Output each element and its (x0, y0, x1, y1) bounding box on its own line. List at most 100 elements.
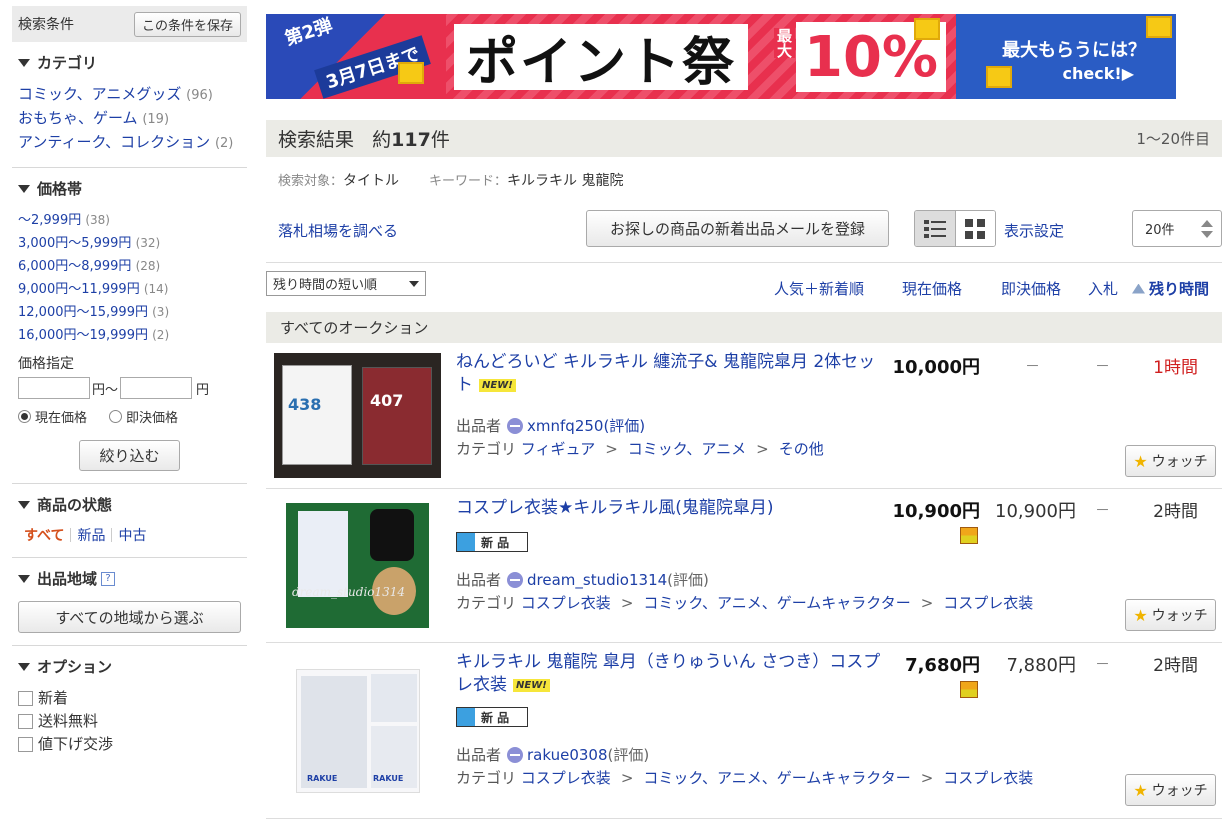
star-icon: ★ (1133, 451, 1148, 471)
item-thumbnail[interactable]: dream_studio1314 (286, 503, 429, 628)
banner-cta-line2: check!▶ (1062, 64, 1134, 83)
gift-icon (960, 527, 978, 544)
seller-link[interactable]: xmnfq250 (527, 417, 603, 435)
promo-banner[interactable]: 第2弾 3月7日まで ポイント祭 最大 10% 最大もらうには？ check!▶ (266, 14, 1176, 99)
option-new-arrival[interactable]: 新着 (18, 687, 241, 710)
watch-button[interactable]: ★ ウォッチ (1125, 774, 1216, 806)
collapse-triangle-icon (18, 500, 30, 509)
banner-main-text: ポイント祭 (454, 24, 749, 93)
item-category: カテゴリ コスプレ衣装 > コミック、アニメ、ゲームキャラクター > コスプレ衣装 (456, 594, 1034, 612)
price-band-item[interactable]: 6,000円～8,999円 (28) (18, 255, 241, 278)
gift-box-icon (1146, 16, 1172, 38)
sort-ascending-icon (1132, 283, 1145, 294)
price-yen-from: 円～ (92, 382, 119, 398)
sort-popular[interactable]: 人気＋新着順 (774, 278, 864, 299)
item-category: カテゴリ コスプレ衣装 > コミック、アニメ、ゲームキャラクター > コスプレ衣装 (456, 769, 1034, 787)
display-settings-link[interactable]: 表示設定 (1004, 220, 1064, 241)
price-max-input[interactable] (120, 377, 193, 399)
results-toolbar: 落札相場を調べる お探しの商品の新着出品メールを登録 表示設定 20件 (266, 208, 1222, 250)
price-band-item[interactable]: 16,000円～19,999円 (2) (18, 324, 241, 347)
register-mail-button[interactable]: お探しの商品の新着出品メールを登録 (586, 210, 889, 247)
seller-link[interactable]: dream_studio1314 (527, 571, 667, 589)
option-free-shipping[interactable]: 送料無料 (18, 710, 241, 733)
checkbox[interactable] (18, 714, 33, 729)
item-title[interactable]: コスプレ衣装★キルラキル風(鬼龍院皐月) (456, 497, 881, 520)
sort-row: 残り時間の短い順 人気＋新着順 現在価格 即決価格 入札 残り時間 (266, 262, 1222, 306)
price-band-item[interactable]: 9,000円～11,999円 (14) (18, 278, 241, 301)
options-section: オプション 新着 送料無料 値下げ交渉 (12, 646, 247, 768)
watch-button[interactable]: ★ ウォッチ (1125, 445, 1216, 477)
sort-bids[interactable]: 入札 (1088, 278, 1118, 299)
per-page-value: 20件 (1145, 223, 1175, 238)
category-section: カテゴリ コミック、アニメグッズ (96) おもちゃ、ゲーム (19) アンティ… (12, 42, 247, 168)
price-band-item[interactable]: 12,000円～15,999円 (3) (18, 301, 241, 324)
banner-max-label: 最大 (774, 28, 795, 58)
list-view-icon[interactable] (915, 211, 955, 246)
rating-link[interactable]: (評価) (608, 744, 650, 765)
stepper-arrows-icon[interactable] (1201, 219, 1213, 238)
star-icon: ★ (1133, 605, 1148, 625)
section-title: すべてのオークション (266, 312, 1222, 343)
condition-options: すべて 新品 中古 (18, 525, 241, 545)
collapse-triangle-icon (18, 184, 30, 193)
item-seller: 出品者 xmnfq250 (評価) (456, 415, 646, 436)
collapse-triangle-icon (18, 662, 30, 671)
buynow-price: 7,880円 (1006, 655, 1076, 676)
item-thumbnail[interactable]: RAKUE RAKUE (296, 669, 420, 793)
condition-new[interactable]: 新品 (71, 525, 111, 545)
narrow-down-button[interactable]: 絞り込む (79, 440, 180, 471)
price-band-item[interactable]: 3,000円～5,999円 (32) (18, 232, 241, 255)
rating-link[interactable]: (評価) (603, 415, 645, 436)
chevron-down-icon (409, 280, 419, 287)
price-range: 円～ 円 (18, 377, 241, 399)
region-title[interactable]: 出品地域? (18, 568, 241, 589)
new-item-badge: 新 品 (456, 707, 528, 727)
condition-all[interactable]: すべて (18, 525, 70, 545)
checkbox[interactable] (18, 691, 33, 706)
sort-select[interactable]: 残り時間の短い順 (266, 271, 426, 296)
sort-current-price[interactable]: 現在価格 (902, 278, 962, 299)
category-item-antique[interactable]: アンティーク、コレクション (2) (18, 131, 241, 155)
time-left: 1時間 (1153, 358, 1198, 378)
per-page-stepper[interactable]: 20件 (1132, 210, 1222, 247)
buynow-price: － (1024, 357, 1040, 375)
item-title[interactable]: ねんどろいど キルラキル 纏流子& 鬼龍院皐月 2体セット NEW! (456, 351, 881, 397)
price-type-radios: 現在価格 即決価格 (18, 407, 241, 426)
select-region-button[interactable]: すべての地域から選ぶ (18, 601, 241, 633)
grid-view-icon[interactable] (954, 211, 995, 246)
time-left: 2時間 (1153, 656, 1198, 676)
rating-link[interactable]: (評価) (667, 569, 709, 590)
help-icon[interactable]: ? (101, 571, 116, 586)
price-min-input[interactable] (18, 377, 90, 399)
radio-buynow-price-label: 即決価格 (126, 411, 179, 426)
bid-count: － (1094, 357, 1110, 375)
checkbox[interactable] (18, 737, 33, 752)
collapse-triangle-icon (18, 58, 30, 67)
market-price-link[interactable]: 落札相場を調べる (278, 220, 398, 241)
category-item-comic[interactable]: コミック、アニメグッズ (96) (18, 83, 241, 107)
price-band-item[interactable]: ～2,999円 (38) (18, 209, 241, 232)
sidebar: 検索条件 この条件を保存 カテゴリ コミック、アニメグッズ (96) おもちゃ、… (12, 6, 247, 827)
seller-icon (507, 571, 524, 588)
category-item-toys[interactable]: おもちゃ、ゲーム (19) (18, 107, 241, 131)
new-item-badge: 新 品 (456, 532, 528, 552)
watch-button[interactable]: ★ ウォッチ (1125, 599, 1216, 631)
item-title[interactable]: キルラキル 鬼龍院 皐月（きりゅういん さつき）コスプレ衣装 NEW! (456, 651, 881, 697)
item-thumbnail[interactable]: 438 407 (274, 353, 441, 478)
sort-buynow-price[interactable]: 即決価格 (1001, 278, 1061, 299)
condition-title[interactable]: 商品の状態 (18, 494, 241, 515)
search-conditions-header: 検索条件 この条件を保存 (12, 6, 247, 42)
sort-time-left[interactable]: 残り時間 (1132, 278, 1209, 299)
time-left: 2時間 (1153, 502, 1198, 522)
category-title[interactable]: カテゴリ (18, 52, 241, 73)
price-band-title[interactable]: 価格帯 (18, 178, 241, 199)
seller-link[interactable]: rakue0308 (527, 746, 608, 764)
results-header: 検索結果 約117件 1～20件目 (266, 120, 1222, 157)
options-title[interactable]: オプション (18, 656, 241, 677)
option-price-negotiation[interactable]: 値下げ交渉 (18, 733, 241, 756)
radio-buynow-price[interactable] (109, 410, 123, 423)
condition-used[interactable]: 中古 (112, 525, 152, 545)
radio-current-price[interactable] (18, 410, 31, 423)
save-conditions-button[interactable]: この条件を保存 (133, 11, 241, 37)
gift-icon (960, 681, 978, 698)
